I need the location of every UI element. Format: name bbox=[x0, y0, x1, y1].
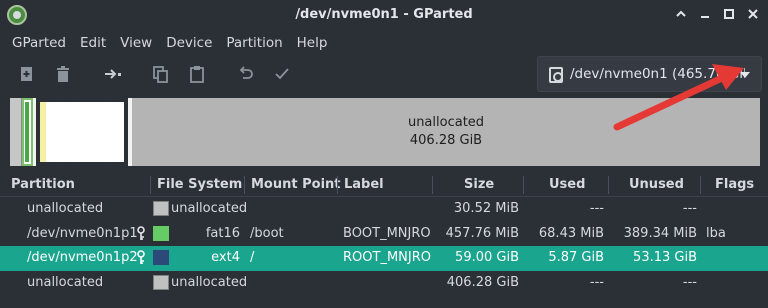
filesystem-swatch bbox=[153, 250, 169, 265]
device-selector[interactable]: /dev/nvme0n1 (465.76 GiB) bbox=[537, 56, 762, 92]
menu-partition[interactable]: Partition bbox=[226, 35, 282, 51]
header-mountpoint[interactable]: Mount Point bbox=[251, 177, 341, 192]
cell-filesystem: fat16 bbox=[205, 225, 240, 241]
paste-icon[interactable] bbox=[187, 64, 207, 84]
header-separator bbox=[432, 176, 433, 194]
table-row-selected[interactable]: /dev/nvme0n1p2 ext4 / ROOT_MNJRO 59.00 G… bbox=[0, 246, 768, 271]
cell-unused: 53.13 GiB bbox=[633, 250, 697, 265]
table-row[interactable]: /dev/nvme0n1p1 fat16 /boot BOOT_MNJRO 45… bbox=[0, 222, 768, 247]
cell-label: BOOT_MNJRO bbox=[343, 225, 431, 241]
cell-filesystem: unallocated bbox=[171, 201, 248, 216]
cell-used: --- bbox=[589, 274, 604, 290]
cell-size: 406.28 GiB bbox=[446, 274, 519, 290]
table-row[interactable]: unallocated unallocated 406.28 GiB --- -… bbox=[0, 271, 768, 296]
cell-flags: lba bbox=[706, 225, 726, 241]
menu-bar: GParted Edit View Device Partition Help bbox=[0, 30, 768, 55]
cell-filesystem: ext4 bbox=[211, 250, 240, 265]
dropdown-arrow-icon[interactable] bbox=[740, 72, 750, 78]
cell-size: 457.76 MiB bbox=[445, 225, 519, 241]
header-separator bbox=[608, 176, 609, 194]
device-selector-value: /dev/nvme0n1 (465.76 GiB) bbox=[570, 66, 745, 82]
partition-table: Partition File System Mount Point Label … bbox=[0, 173, 768, 295]
filesystem-swatch bbox=[153, 274, 169, 290]
close-icon[interactable] bbox=[746, 7, 760, 21]
cell-filesystem: unallocated bbox=[171, 274, 248, 290]
cell-partition: unallocated bbox=[27, 201, 104, 216]
table-row[interactable]: unallocated unallocated 30.52 MiB --- --… bbox=[0, 197, 768, 222]
table-header: Partition File System Mount Point Label … bbox=[0, 173, 768, 197]
cell-partition: unallocated bbox=[27, 274, 104, 290]
resize-move-icon[interactable] bbox=[103, 64, 123, 84]
header-separator bbox=[700, 176, 701, 194]
header-label[interactable]: Label bbox=[344, 177, 384, 192]
title-bar: /dev/nvme0n1 - GParted bbox=[0, 0, 768, 30]
cell-partition: /dev/nvme0n1p2 bbox=[27, 250, 138, 265]
header-separator bbox=[337, 176, 338, 194]
disk-map: unallocated 406.28 GiB bbox=[10, 98, 760, 166]
diskmap-unallocated-label: unallocated bbox=[407, 115, 485, 130]
header-separator bbox=[244, 176, 245, 194]
header-separator bbox=[523, 176, 524, 194]
menu-help[interactable]: Help bbox=[297, 35, 328, 51]
menu-gparted[interactable]: GParted bbox=[12, 35, 66, 51]
header-unused[interactable]: Unused bbox=[629, 177, 684, 192]
cell-size: 59.00 GiB bbox=[455, 250, 519, 265]
cell-label: ROOT_MNJRO bbox=[343, 250, 431, 265]
undo-icon[interactable] bbox=[236, 64, 256, 84]
chevron-up-icon[interactable] bbox=[674, 7, 688, 21]
cell-used: --- bbox=[589, 201, 604, 216]
header-separator bbox=[150, 176, 151, 194]
cell-unused: 389.34 MiB bbox=[623, 225, 697, 241]
cell-mountpoint: / bbox=[250, 250, 255, 265]
diskmap-unallocated-size: 406.28 GiB bbox=[409, 133, 483, 148]
cell-unused: --- bbox=[682, 274, 697, 290]
menu-device[interactable]: Device bbox=[166, 35, 212, 51]
new-partition-icon[interactable] bbox=[17, 64, 37, 84]
window-controls bbox=[674, 7, 760, 21]
header-size[interactable]: Size bbox=[464, 177, 494, 192]
cell-used: 68.43 MiB bbox=[538, 225, 604, 241]
minimize-icon[interactable] bbox=[698, 7, 712, 21]
window-title: /dev/nvme0n1 - GParted bbox=[295, 7, 473, 22]
filesystem-swatch bbox=[153, 201, 169, 216]
apply-check-icon[interactable] bbox=[272, 64, 292, 84]
header-flags[interactable]: Flags bbox=[715, 177, 754, 192]
filesystem-swatch bbox=[153, 225, 169, 241]
header-filesystem[interactable]: File System bbox=[157, 177, 242, 192]
menu-edit[interactable]: Edit bbox=[80, 35, 106, 51]
cell-mountpoint: /boot bbox=[250, 225, 284, 241]
key-icon bbox=[137, 250, 145, 265]
disk-drive-icon bbox=[549, 67, 563, 83]
diskmap-segment-fat16[interactable] bbox=[22, 98, 33, 166]
maximize-icon[interactable] bbox=[722, 7, 736, 21]
cell-used: 5.87 GiB bbox=[548, 250, 604, 265]
diskmap-segment-unallocated-large[interactable]: unallocated 406.28 GiB bbox=[132, 98, 760, 166]
copy-icon[interactable] bbox=[151, 64, 171, 84]
diskmap-segment-unallocated-small[interactable] bbox=[10, 98, 22, 166]
menu-view[interactable]: View bbox=[120, 35, 152, 51]
cell-size: 30.52 MiB bbox=[453, 201, 519, 216]
diskmap-segment-ext4-selected[interactable] bbox=[36, 98, 128, 166]
delete-icon[interactable] bbox=[53, 64, 73, 84]
header-used[interactable]: Used bbox=[549, 177, 585, 192]
cell-partition: /dev/nvme0n1p1 bbox=[27, 225, 138, 241]
diskmap-segment-ext4-fill bbox=[40, 102, 124, 162]
cell-unused: --- bbox=[682, 201, 697, 216]
header-partition[interactable]: Partition bbox=[11, 177, 75, 192]
key-icon bbox=[137, 225, 145, 241]
